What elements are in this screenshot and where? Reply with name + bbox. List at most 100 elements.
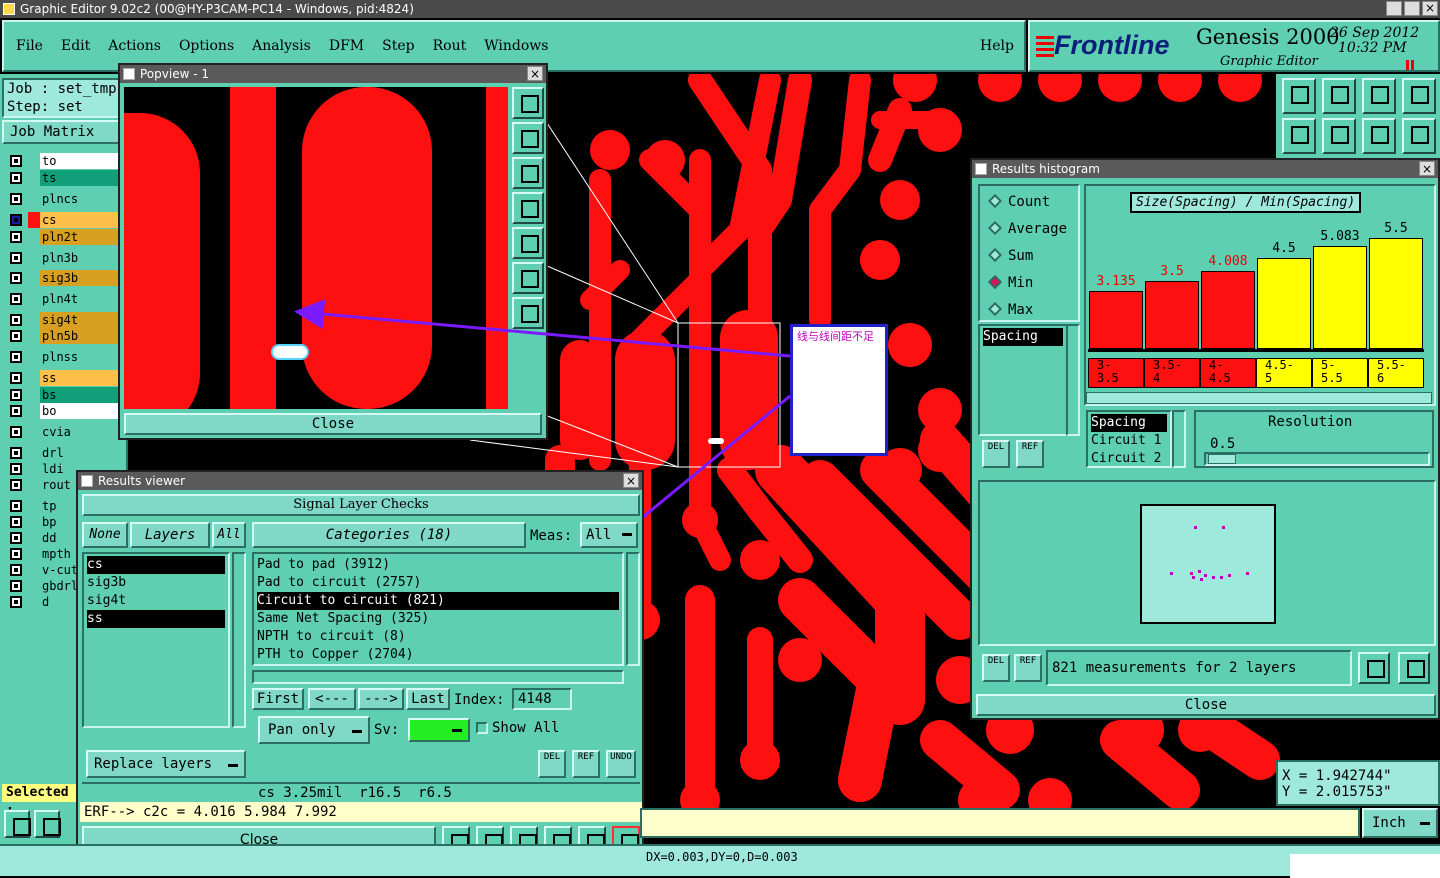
layer-row[interactable]: ts [6,170,124,186]
histogram-titlebar[interactable]: Results histogram × [972,160,1438,178]
layer-result-item[interactable]: sig4t [87,592,225,610]
window-icon[interactable] [1402,78,1436,114]
tool-button-1[interactable] [4,810,31,838]
meas-select[interactable]: All [580,522,638,548]
measure-list-item[interactable]: Circuit 1 [1091,432,1167,450]
layer-checkbox[interactable] [10,252,22,264]
histogram-del-button-2[interactable]: DEL [982,654,1010,682]
category-hscroll[interactable] [252,670,624,684]
categories-button[interactable]: Categories (18) [252,522,526,548]
layer-checkbox[interactable] [10,463,22,475]
layer-checkbox[interactable] [10,272,22,284]
popview-close-x[interactable]: × [527,66,543,81]
resolution-slider-thumb[interactable] [1208,454,1236,464]
layer-checkbox[interactable] [10,372,22,384]
show-all-checkbox[interactable] [476,722,488,734]
popview-fit-icon[interactable] [512,262,544,294]
layer-result-item[interactable]: cs [87,556,225,574]
index-input[interactable]: 4148 [512,688,572,710]
popview-center-icon[interactable] [512,297,544,329]
layer-checkbox[interactable] [10,351,22,363]
layer-checkbox[interactable] [10,193,22,205]
measure-list-item[interactable]: Circuit 2 [1091,450,1167,468]
swap-icon[interactable] [1362,118,1396,154]
menu-analysis[interactable]: Analysis [252,38,311,54]
menu-actions[interactable]: Actions [108,38,161,54]
layer-row[interactable]: cs [6,212,124,228]
last-button[interactable]: Last [406,688,450,710]
import-icon[interactable] [1282,118,1316,154]
histogram-ref-button[interactable]: REF [1016,440,1044,468]
layer-checkbox[interactable] [10,172,22,184]
chart-settings-icon[interactable] [1398,652,1430,684]
results-undo-button[interactable]: UNDO [606,750,636,778]
category-item[interactable]: Circuit to circuit (821) [257,592,619,610]
house-icon[interactable] [1362,78,1396,114]
prev-button[interactable]: <--- [308,688,356,710]
job-matrix-button[interactable]: Job Matrix ... [2,120,124,144]
layer-checkbox[interactable] [10,532,22,544]
pause-icon[interactable] [1406,60,1414,70]
layer-checkbox[interactable] [10,548,22,560]
layer-row[interactable]: cvia [6,424,124,440]
layer-row[interactable]: plnss [6,349,124,365]
layer-checkbox[interactable] [10,447,22,459]
chart-hscroll[interactable] [1086,392,1432,404]
layer-row[interactable]: ss [6,370,124,386]
all-button[interactable]: All [212,522,246,548]
export-icon[interactable] [1322,118,1356,154]
category-scrollbar[interactable] [626,552,640,666]
stat-option-sum[interactable]: Sum [986,246,1033,266]
layer-checkbox[interactable] [10,516,22,528]
layers-button[interactable]: Layers [130,522,210,548]
category-item[interactable]: PTH to Copper (2704) [257,646,619,664]
layer-row[interactable]: pln3b [6,250,124,266]
layer-checkbox[interactable] [10,389,22,401]
popview-titlebar[interactable]: Popview - 1 × [120,65,546,83]
layer-row[interactable]: sig3b [6,270,124,286]
layer-results-scrollbar[interactable] [232,552,246,728]
layer-checkbox[interactable] [10,155,22,167]
menu-rout[interactable]: Rout [433,38,467,54]
menu-file[interactable]: File [16,38,43,54]
layer-checkbox[interactable] [10,214,22,226]
category-item[interactable]: NPTH to circuit (8) [257,628,619,646]
popview-down-icon[interactable] [512,157,544,189]
none-button[interactable]: None [82,522,128,548]
color-select[interactable] [408,718,470,742]
histogram-del-button[interactable]: DEL [982,440,1010,468]
stat-list-scrollbar[interactable] [1066,324,1080,436]
layer-checkbox[interactable] [10,405,22,417]
popview-zoom-icon[interactable] [512,87,544,119]
layer-checkbox[interactable] [10,314,22,326]
layer-checkbox[interactable] [10,231,22,243]
menu-edit[interactable]: Edit [61,38,90,54]
first-button[interactable]: First [252,688,304,710]
histogram-bar[interactable] [1313,246,1367,349]
stat-list-item[interactable]: Spacing [983,328,1063,346]
layer-checkbox[interactable] [10,596,22,608]
layer-result-item[interactable]: ss [87,610,225,628]
stat-option-count[interactable]: Count [986,192,1050,212]
maximize-button[interactable] [1404,1,1420,16]
histogram-bar[interactable] [1369,238,1423,349]
home-icon[interactable] [1282,78,1316,114]
popview-left-icon[interactable] [512,192,544,224]
close-window-button[interactable]: × [1422,1,1438,16]
next-button[interactable]: ---> [358,688,404,710]
popview-up-icon[interactable] [512,122,544,154]
measure-list-scrollbar[interactable] [1172,410,1186,468]
layer-checkbox[interactable] [10,479,22,491]
histogram-ref-button-2[interactable]: REF [1014,654,1042,682]
layer-row[interactable]: sig4t [6,312,124,328]
category-item[interactable]: Pad to circuit (2757) [257,574,619,592]
menu-windows[interactable]: Windows [484,38,548,54]
layer-row[interactable]: bo [6,403,124,419]
histogram-close-button[interactable]: Close [976,694,1436,716]
tool-button-2[interactable] [34,810,61,838]
stat-option-max[interactable]: Max [986,300,1033,320]
layer-checkbox[interactable] [10,564,22,576]
layer-row[interactable]: to [6,153,124,169]
popview-canvas[interactable] [124,87,508,409]
menu-step[interactable]: Step [382,38,414,54]
